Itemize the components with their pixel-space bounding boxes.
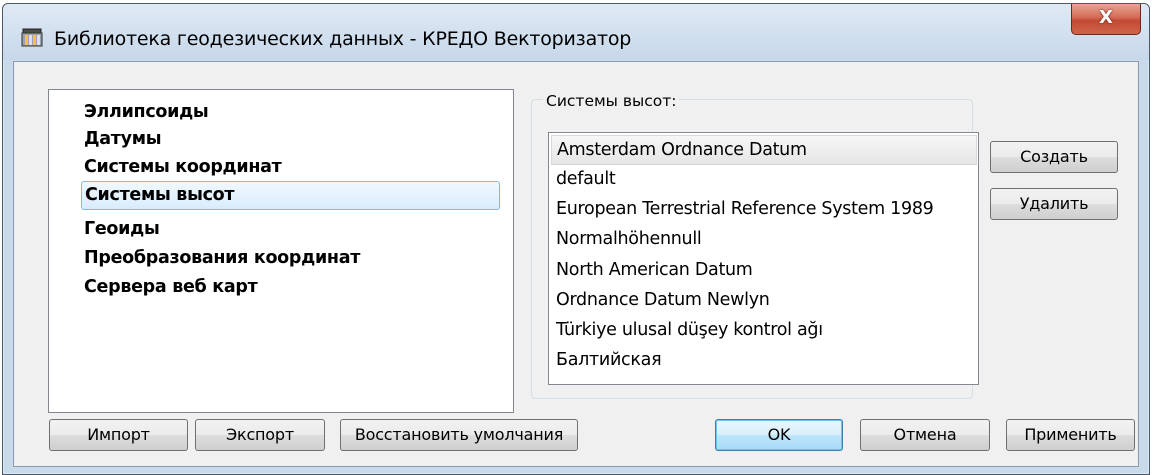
height-systems-list[interactable]: Amsterdam Ordnance Datum default Europea… <box>548 132 979 385</box>
tree-item-geoids[interactable]: Геоиды <box>84 216 160 242</box>
import-button[interactable]: Импорт <box>49 419 188 451</box>
list-item[interactable]: Amsterdam Ordnance Datum <box>551 135 977 165</box>
window-title: Библиотека геодезических данных - КРЕДО … <box>54 28 632 50</box>
list-item[interactable]: European Terrestrial Reference System 19… <box>556 195 934 223</box>
list-item[interactable]: default <box>556 165 616 193</box>
title-bar: Библиотека геодезических данных - КРЕДО … <box>3 4 1149 60</box>
list-item[interactable]: Ordnance Datum Newlyn <box>556 286 770 314</box>
group-label: Системы высот: <box>543 92 680 110</box>
ok-button[interactable]: OK <box>715 419 843 451</box>
tree-item-height-systems[interactable]: Системы высот <box>81 181 500 210</box>
list-item[interactable]: Normalhöhennull <box>556 225 702 253</box>
list-item[interactable]: Türkiye ulusal düşey kontrol ağı <box>556 316 823 344</box>
tree-item-ellipsoids[interactable]: Эллипсоиды <box>84 99 209 125</box>
restore-defaults-button[interactable]: Восстановить умолчания <box>340 419 578 451</box>
apply-button[interactable]: Применить <box>1006 419 1135 451</box>
cancel-button[interactable]: Отмена <box>860 419 990 451</box>
dialog-window: Библиотека геодезических данных - КРЕДО … <box>2 3 1150 475</box>
tree-item-coordinate-transformations[interactable]: Преобразования координат <box>84 245 360 271</box>
library-app-icon <box>21 26 43 48</box>
tree-item-web-map-servers[interactable]: Сервера веб карт <box>84 274 258 300</box>
dialog-client-area: Эллипсоиды Датумы Системы координат Сист… <box>13 61 1139 467</box>
tree-item-coordinate-systems[interactable]: Системы координат <box>84 154 282 180</box>
category-tree[interactable]: Эллипсоиды Датумы Системы координат Сист… <box>48 89 514 413</box>
export-button[interactable]: Экспорт <box>195 419 325 451</box>
create-button[interactable]: Создать <box>990 141 1118 173</box>
list-item[interactable]: Балтийская <box>556 346 662 374</box>
tree-item-datums[interactable]: Датумы <box>84 126 162 152</box>
close-button[interactable]: X <box>1071 4 1141 35</box>
delete-button[interactable]: Удалить <box>990 188 1118 220</box>
list-item[interactable]: North American Datum <box>556 256 753 284</box>
close-icon: X <box>1099 7 1113 28</box>
